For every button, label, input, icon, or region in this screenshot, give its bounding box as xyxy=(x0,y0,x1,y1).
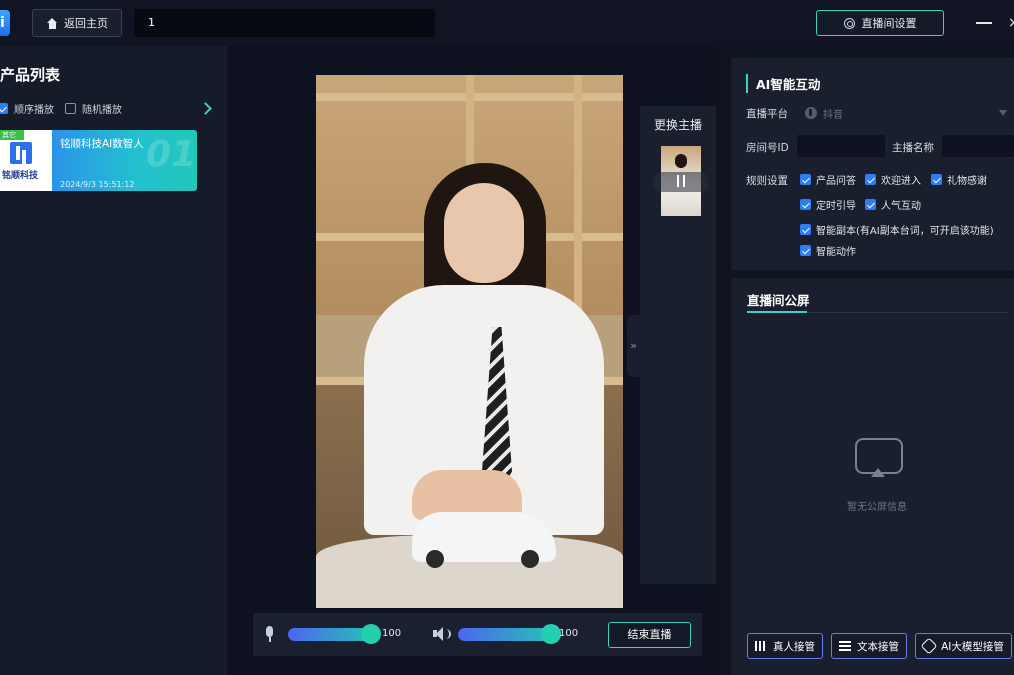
public-screen-panel: 直播间公屏 暂无公屏信息 真人接管 文本接管 AI大模型接管 xyxy=(731,278,1014,675)
collapse-panel-button[interactable]: » xyxy=(627,315,640,377)
minimize-icon[interactable] xyxy=(976,14,992,32)
public-screen-title: 直播间公屏 xyxy=(747,293,810,308)
end-live-button[interactable]: 结束直播 xyxy=(608,622,691,648)
platform-select[interactable]: 抖音 xyxy=(803,102,1013,124)
slider-knob[interactable] xyxy=(541,624,561,644)
speaker-volume-slider[interactable] xyxy=(458,624,561,644)
room-settings-label: 直播间设置 xyxy=(861,17,917,30)
platform-label: 直播平台 xyxy=(746,108,788,120)
rule-label: 人气互动 xyxy=(881,201,921,212)
ai-model-takeover-label: AI大模型接管 xyxy=(941,640,1004,653)
search-input[interactable]: 1 xyxy=(134,9,435,37)
rule-gift-thanks[interactable]: 礼物感谢 xyxy=(931,172,987,187)
host-thumbnail[interactable] xyxy=(653,146,709,216)
home-button-label: 返回主页 xyxy=(64,17,108,30)
random-play-checkbox[interactable] xyxy=(65,103,76,114)
rules-label: 规则设置 xyxy=(746,175,788,187)
random-play-label: 随机播放 xyxy=(82,105,122,116)
rule-label: 产品问答 xyxy=(816,176,856,187)
rule-label: 欢迎进入 xyxy=(881,176,921,187)
rule-smart-script[interactable]: 智能副本(有AI副本台词，可开启该功能) xyxy=(800,222,994,237)
rule-label: 智能副本(有AI副本台词，可开启该功能) xyxy=(816,226,994,237)
host-switch-panel: 更换主播 xyxy=(640,106,716,584)
gear-icon xyxy=(843,17,855,29)
rule-checkbox[interactable] xyxy=(865,174,876,185)
mic-volume-slider[interactable] xyxy=(288,624,381,644)
text-takeover-label: 文本接管 xyxy=(857,640,899,653)
top-bar: i 返回主页 1 直播间设置 × xyxy=(0,0,1014,46)
sequential-play-option[interactable]: 顺序播放 xyxy=(0,101,54,116)
ai-panel-title: AI智能互动 xyxy=(746,74,820,93)
rule-product-qa[interactable]: 产品问答 xyxy=(800,172,856,187)
rule-smart-action[interactable]: 智能动作 xyxy=(800,243,856,258)
rule-label: 定时引导 xyxy=(816,201,856,212)
host-face xyxy=(444,183,524,283)
ai-interaction-panel: AI智能互动 直播平台 抖音 房间号ID 主播名称 规则设置 产品问答 欢迎进入… xyxy=(731,58,1014,270)
live-video xyxy=(316,75,623,608)
platform-value: 抖音 xyxy=(823,109,843,121)
brand-name: 铭顺科技 xyxy=(2,171,39,181)
tiktok-icon xyxy=(805,107,817,119)
product-card[interactable]: 其它 铭顺科技 铭顺科技AI数智人 01 2024/9/3 15:51:12 xyxy=(0,130,197,191)
host-thumbnail-head xyxy=(675,154,687,168)
rule-checkbox[interactable] xyxy=(800,245,811,256)
rule-welcome[interactable]: 欢迎进入 xyxy=(865,172,921,187)
speaker-volume-value: 100 xyxy=(559,628,579,639)
rule-checkbox[interactable] xyxy=(800,224,811,235)
empty-screen-text: 暂无公屏信息 xyxy=(847,502,907,513)
audio-control-bar: 100 100 结束直播 xyxy=(253,613,702,656)
home-icon xyxy=(46,17,58,29)
pause-icon[interactable] xyxy=(677,175,685,187)
sequential-play-label: 顺序播放 xyxy=(14,105,54,116)
empty-screen-icon xyxy=(855,438,903,480)
chevron-down-icon[interactable] xyxy=(999,110,1007,116)
product-name: 铭顺科技AI数智人 xyxy=(60,138,144,150)
mic-volume-value: 100 xyxy=(382,628,402,639)
rule-checkbox[interactable] xyxy=(931,174,942,185)
product-tag: 其它 xyxy=(0,130,24,140)
rule-label: 礼物感谢 xyxy=(947,176,987,187)
tab-underline xyxy=(747,311,807,313)
product-thumbnail: 其它 铭顺科技 xyxy=(0,130,52,191)
slider-knob[interactable] xyxy=(361,624,381,644)
app-logo: i xyxy=(0,10,10,36)
rule-checkbox[interactable] xyxy=(800,199,811,210)
text-lines-icon xyxy=(839,641,851,651)
text-takeover-button[interactable]: 文本接管 xyxy=(831,633,907,659)
room-id-label: 房间号ID xyxy=(746,142,789,154)
host-name-field[interactable] xyxy=(942,135,1014,157)
brand-logo-icon xyxy=(10,142,32,164)
room-settings-button[interactable]: 直播间设置 xyxy=(816,10,944,36)
product-date: 2024/9/3 15:51:12 xyxy=(60,180,135,189)
human-takeover-button[interactable]: 真人接管 xyxy=(747,633,823,659)
sequential-play-checkbox[interactable] xyxy=(0,103,8,114)
random-play-option[interactable]: 随机播放 xyxy=(65,101,122,116)
voice-bars-icon xyxy=(755,641,767,651)
room-id-field[interactable] xyxy=(797,135,885,157)
mic-icon[interactable] xyxy=(265,626,274,642)
product-number: 01 xyxy=(146,134,197,175)
product-list-panel: 产品列表 顺序播放 随机播放 其它 铭顺科技 铭顺科技AI数智人 01 2024… xyxy=(0,46,227,675)
chevron-right-icon[interactable] xyxy=(199,102,212,115)
rule-label: 智能动作 xyxy=(816,247,856,258)
product-list-title: 产品列表 xyxy=(0,66,61,84)
ai-model-takeover-button[interactable]: AI大模型接管 xyxy=(915,633,1012,659)
rule-timed-guide[interactable]: 定时引导 xyxy=(800,197,856,212)
host-name-label: 主播名称 xyxy=(892,142,934,154)
rule-popularity[interactable]: 人气互动 xyxy=(865,197,921,212)
toy-car xyxy=(412,512,556,568)
ai-model-icon xyxy=(920,637,938,655)
host-switch-title: 更换主播 xyxy=(654,118,703,132)
rule-checkbox[interactable] xyxy=(865,199,876,210)
rule-checkbox[interactable] xyxy=(800,174,811,185)
close-icon[interactable]: × xyxy=(1008,14,1014,32)
app-logo-text: i xyxy=(0,15,5,31)
human-takeover-label: 真人接管 xyxy=(773,640,815,653)
home-button[interactable]: 返回主页 xyxy=(32,9,122,37)
